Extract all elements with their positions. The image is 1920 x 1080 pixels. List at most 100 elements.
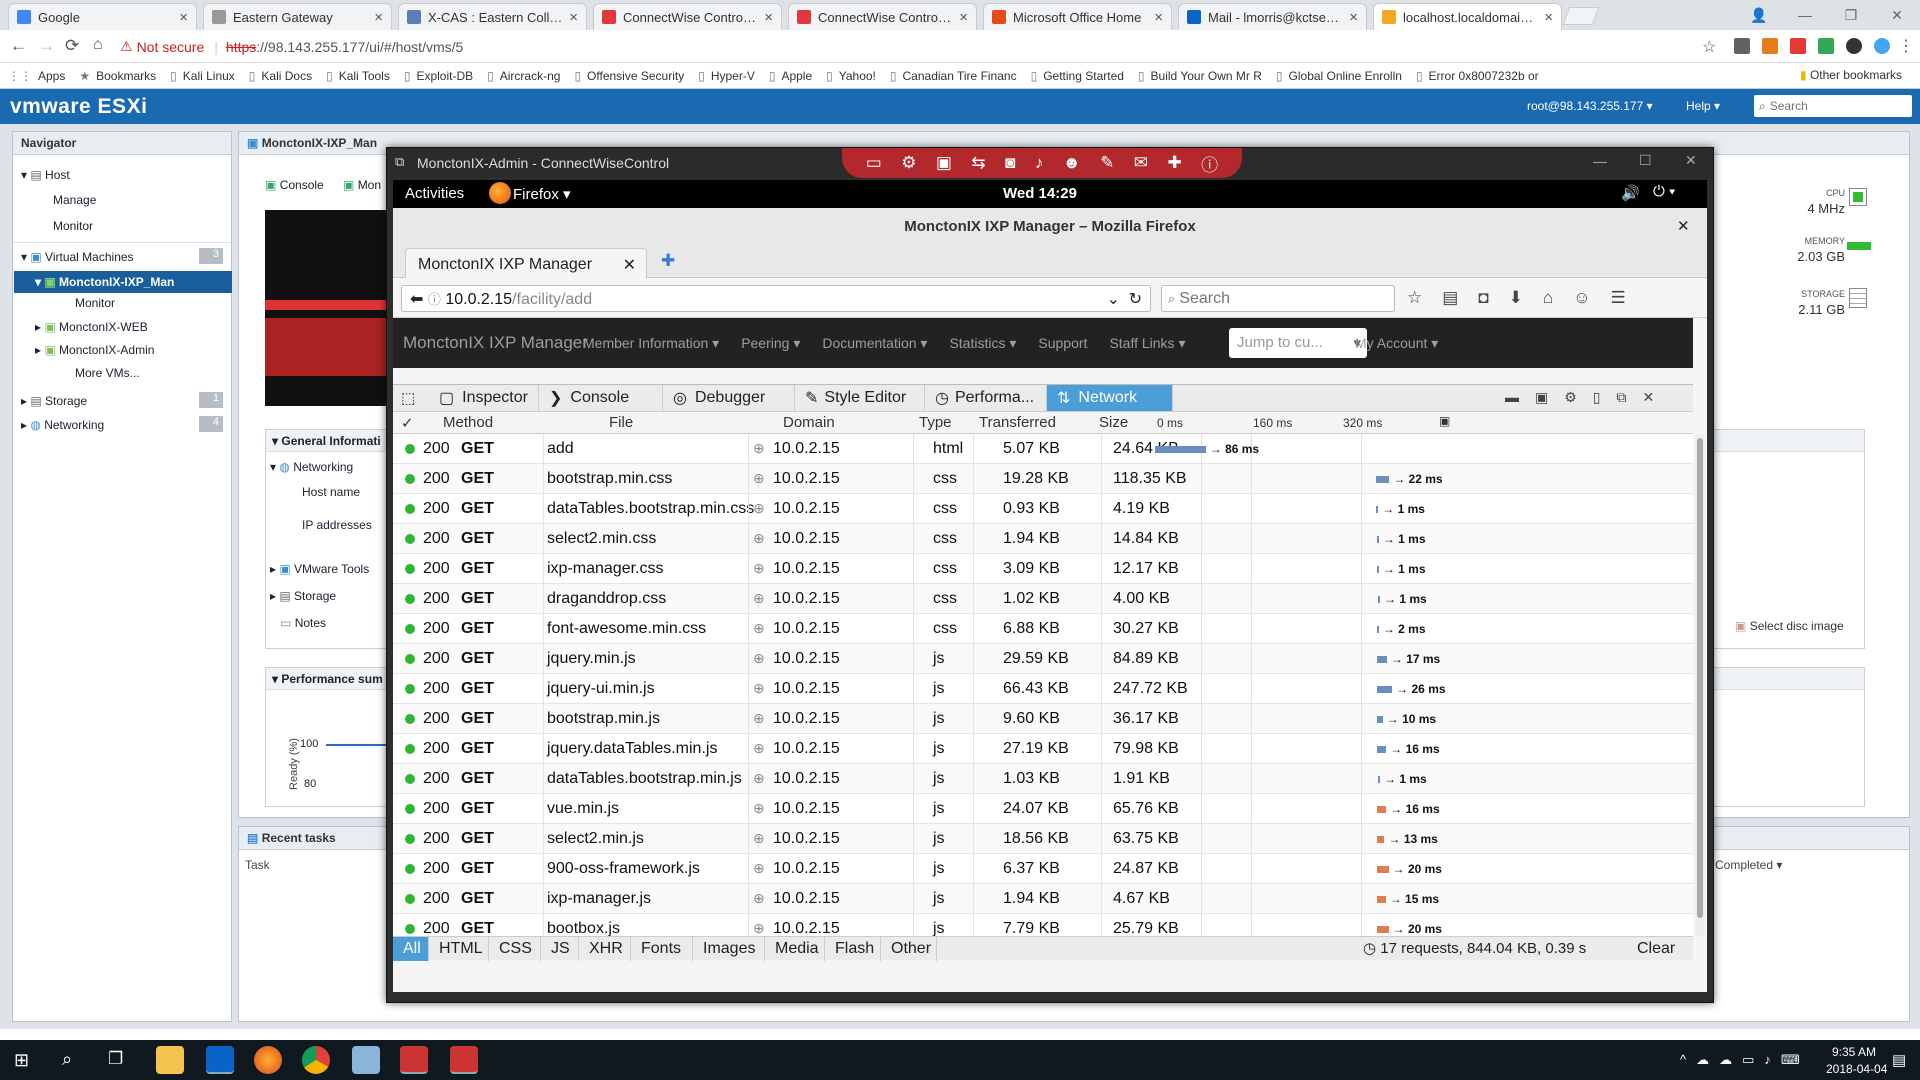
site-brand[interactable]: MonctonIX IXP Manager [403,333,588,353]
browser-tab[interactable]: Eastern Gateway × [203,3,392,30]
esxi-search[interactable]: ⌕ [1754,95,1912,117]
timeline-menu-icon[interactable]: ▣ [1439,414,1450,428]
firefox-app-menu[interactable]: Firefox ▾ [513,185,571,203]
tab-close-icon[interactable]: × [179,9,188,26]
filter-images[interactable]: Images [693,937,765,961]
network-request-row[interactable]: 200 GET ixp-manager.css ⊕ 10.0.2.15 css 3.09 K… [393,554,1693,584]
col-transferred[interactable]: Transferred [979,414,1056,431]
windows-start-icon[interactable]: ⊞ [14,1050,29,1071]
pen-icon[interactable]: ✎ [1100,153,1114,173]
network-request-row[interactable]: 200 GET jquery-ui.min.js ⊕ 10.0.2.15 js 66.43 … [393,674,1693,704]
pocket-icon[interactable]: ◘ [1478,288,1488,308]
toolbox-icon[interactable]: ▣ [936,153,952,173]
remote-close-icon[interactable]: ✕ [1685,152,1697,169]
home-icon[interactable]: ⌂ [93,36,103,54]
bookmark-item[interactable]: ▯ Offensive Security [574,69,684,83]
filter-other[interactable]: Other [881,937,937,961]
tab-close-icon[interactable]: × [959,9,968,26]
filter-css[interactable]: CSS [489,937,541,961]
bookmark-item[interactable]: ▯ Apple [769,69,812,83]
settings-gear-icon[interactable]: ⚙ [901,153,916,173]
network-request-row[interactable]: 200 GET dataTables.bootstrap.min.css ⊕ 10.0.… [393,494,1693,524]
network-request-row[interactable]: 200 GET bootbox.js ⊕ 10.0.2.15 js 7.79 KB 25.79… [393,914,1693,936]
nav-monitor[interactable]: Monitor [53,219,93,233]
close-icon[interactable]: ✕ [1874,0,1920,30]
browser-tab[interactable]: ConnectWise Control Re × [593,3,782,30]
responsive-icon[interactable]: ▣ [1535,389,1548,406]
connectwise-icon[interactable] [400,1046,428,1074]
remote-minimize-icon[interactable]: — [1593,153,1607,169]
address-bar[interactable]: ⚠ Not secure | https ://98.143.255.177/u… [120,34,1700,59]
back-icon[interactable]: ⬅ [410,291,423,308]
bookmark-item[interactable]: ▯ Aircrack-ng [487,69,560,83]
network-icon[interactable]: ▭ [1742,1052,1754,1068]
network-request-row[interactable]: 200 GET bootstrap.min.js ⊕ 10.0.2.15 js 9.60 K… [393,704,1693,734]
networking-row[interactable]: ▾ ◍ Networking [270,460,353,474]
nav-vm-web[interactable]: ▸ ▣ MonctonIX-WEB [35,320,148,334]
menu-documentation[interactable]: Documentation ▾ [822,335,927,352]
help-menu[interactable]: Help ▾ [1686,99,1720,113]
extension-icon[interactable] [1790,38,1806,54]
bookmark-star-icon[interactable]: ☆ [1407,288,1422,308]
taskbar-time[interactable]: 9:35 AM [1832,1045,1876,1059]
bookmark-item[interactable]: ▯ Kali Docs [249,69,312,83]
network-request-row[interactable]: 200 GET jquery.dataTables.min.js ⊕ 10.0.2.15… [393,734,1693,764]
devtools-tab-debugger[interactable]: ◎ Debugger [663,385,795,411]
extension-icon[interactable] [1818,38,1834,54]
network-request-row[interactable]: 200 GET add ⊕ 10.0.2.15 html 5.07 KB 24.64 KB → … [393,434,1693,464]
new-tab-icon[interactable]: ✚ [661,251,675,271]
filter-all[interactable]: All [393,937,429,961]
bookmark-item[interactable]: ▯ Canadian Tire Financ [890,69,1017,83]
back-icon[interactable]: ← [10,36,27,56]
filter-xhr[interactable]: XHR [579,937,631,961]
network-request-row[interactable]: 200 GET bootstrap.min.css ⊕ 10.0.2.15 css 19.2… [393,464,1693,494]
home-icon[interactable]: ⌂ [1543,288,1553,308]
notifications-icon[interactable]: ▤ [1892,1051,1906,1069]
browser-tab[interactable]: Google × [8,3,197,30]
restore-icon[interactable]: ❐ [1828,0,1874,30]
firefox-search-box[interactable]: ⌕ [1161,285,1395,312]
bookmark-item[interactable]: ⋮⋮ Apps [8,69,65,83]
storage-row[interactable]: ▸ ▤ Storage [270,589,336,603]
jump-to-select[interactable]: Jump to cu... ▾ [1229,328,1367,358]
plus-icon[interactable]: ✚ [1167,153,1181,173]
user-profile-icon[interactable]: 👤 [1736,0,1782,30]
tab-close-icon[interactable]: × [764,9,773,26]
cloud-icon[interactable]: ☁ [1719,1052,1732,1068]
chat-icon[interactable]: ✉ [1134,153,1148,173]
browser-tab[interactable]: localhost.localdomain - V × [1373,3,1562,30]
filter-media[interactable]: Media [765,937,825,961]
participants-icon[interactable]: ☻ [1063,153,1081,173]
transfer-icon[interactable]: ⇆ [971,153,985,173]
browser-tab[interactable]: X-CAS : Eastern College × [398,3,587,30]
console-thumbnail[interactable] [265,210,389,406]
firefox-icon[interactable] [254,1046,282,1074]
select-disc-image-button[interactable]: ▣ Select disc image [1735,619,1844,633]
menu-staff-links[interactable]: Staff Links ▾ [1109,335,1185,352]
browser-tab[interactable]: Mail - lmorris@kctservic × [1178,3,1367,30]
task-view-icon[interactable]: ❐ [108,1049,123,1069]
devtools-tab-inspector[interactable]: ▢ Inspector [429,385,539,411]
volume-icon[interactable]: 🔊 [1621,184,1640,202]
nav-host[interactable]: ▾ ▤ Host [21,168,70,182]
tab-close-icon[interactable]: × [1349,9,1358,26]
undock-icon[interactable]: ⧉ [1617,389,1627,406]
bookmark-item[interactable]: ▯ Kali Tools [326,69,390,83]
bookmark-item[interactable]: ▯ Yahoo! [826,69,876,83]
console-button[interactable]: ▣ Console [265,178,324,192]
remote-app-icon[interactable] [352,1046,380,1074]
devtools-tab-console[interactable]: ❯ Console [539,385,663,411]
devtools-tab-network[interactable]: ⇅ Network [1047,385,1173,411]
menu-peering[interactable]: Peering ▾ [741,335,800,352]
star-icon[interactable]: ☆ [1702,37,1716,57]
menu-statistics[interactable]: Statistics ▾ [949,335,1016,352]
microphone-icon[interactable]: ♪ [1035,153,1044,173]
nav-storage[interactable]: ▸ ▤ Storage [21,394,87,408]
search-icon[interactable]: ⌕ [62,1049,72,1070]
task-column[interactable]: Task [245,858,270,872]
network-request-row[interactable]: 200 GET vue.min.js ⊕ 10.0.2.15 js 24.07 KB 65.7… [393,794,1693,824]
col-file[interactable]: File [609,414,633,431]
camera-icon[interactable]: ◙ [1005,153,1015,173]
url-dropdown-icon[interactable]: ⌄ [1107,289,1120,309]
other-bookmarks[interactable]: ▮ Other bookmarks [1800,68,1902,82]
